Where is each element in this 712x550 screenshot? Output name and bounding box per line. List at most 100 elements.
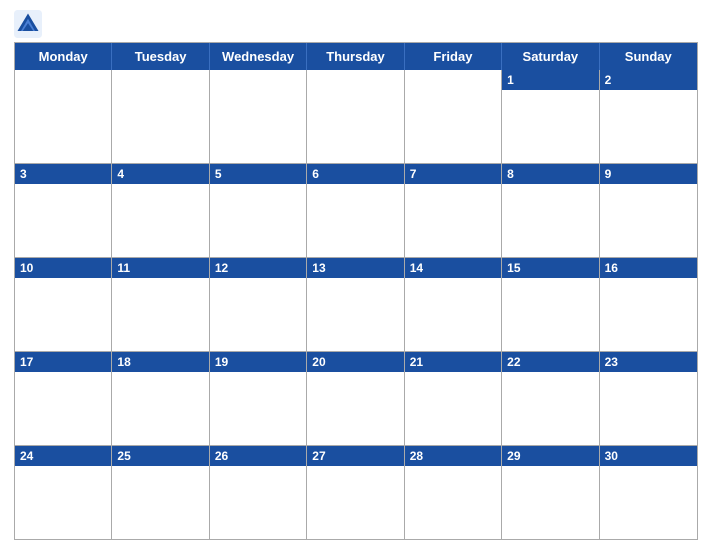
cell-body [112,372,208,445]
cell-body [15,184,111,257]
cell-body [502,278,598,351]
calendar-cell: 13 [307,258,404,351]
calendar-cell: 2 [600,70,697,163]
calendar-cell: 4 [112,164,209,257]
cell-body [307,184,403,257]
day-number: 11 [112,258,208,278]
day-number: 19 [210,352,306,372]
weekday-header-tuesday: Tuesday [112,43,209,70]
day-number: 17 [15,352,111,372]
day-number: 27 [307,446,403,466]
cell-body [112,76,208,163]
weekday-header-wednesday: Wednesday [210,43,307,70]
cell-body [502,372,598,445]
calendar-cell [112,70,209,163]
day-number: 23 [600,352,697,372]
day-number: 20 [307,352,403,372]
day-number: 2 [600,70,697,90]
calendar-cell [307,70,404,163]
cell-body [15,76,111,163]
logo [14,10,46,38]
calendar-cell: 8 [502,164,599,257]
day-number: 18 [112,352,208,372]
calendar-week-5: 24252627282930 [15,445,697,539]
day-number: 29 [502,446,598,466]
cell-body [405,466,501,539]
weekday-header-sunday: Sunday [600,43,697,70]
calendar-cell: 23 [600,352,697,445]
calendar-cell: 1 [502,70,599,163]
cell-body [502,184,598,257]
day-number: 7 [405,164,501,184]
cell-body [405,372,501,445]
calendar-cell: 26 [210,446,307,539]
calendar-cell: 9 [600,164,697,257]
cell-body [112,278,208,351]
cell-body [15,278,111,351]
generalblue-icon [14,10,42,38]
calendar-cell: 18 [112,352,209,445]
day-number: 12 [210,258,306,278]
day-number: 5 [210,164,306,184]
calendar-week-3: 10111213141516 [15,257,697,351]
cell-body [210,76,306,163]
calendar-page: MondayTuesdayWednesdayThursdayFridaySatu… [0,0,712,550]
cell-body [600,184,697,257]
calendar-cell: 17 [15,352,112,445]
cell-body [600,466,697,539]
calendar-cell [210,70,307,163]
cell-body [307,76,403,163]
calendar-header: MondayTuesdayWednesdayThursdayFridaySatu… [15,43,697,70]
day-number: 24 [15,446,111,466]
calendar-cell: 25 [112,446,209,539]
top-bar [14,10,698,38]
cell-body [502,90,598,163]
calendar-cell: 30 [600,446,697,539]
day-number: 22 [502,352,598,372]
calendar-week-2: 3456789 [15,163,697,257]
day-number: 30 [600,446,697,466]
cell-body [210,278,306,351]
calendar-cell: 11 [112,258,209,351]
cell-body [210,184,306,257]
cell-body [307,372,403,445]
day-number: 8 [502,164,598,184]
cell-body [600,90,697,163]
calendar-cell: 21 [405,352,502,445]
day-number: 25 [112,446,208,466]
day-number: 28 [405,446,501,466]
calendar-cell: 5 [210,164,307,257]
calendar-week-4: 17181920212223 [15,351,697,445]
calendar-cell: 10 [15,258,112,351]
day-number: 6 [307,164,403,184]
calendar-cell: 29 [502,446,599,539]
day-number: 16 [600,258,697,278]
weekday-header-saturday: Saturday [502,43,599,70]
cell-body [112,184,208,257]
cell-body [210,466,306,539]
calendar-cell: 12 [210,258,307,351]
calendar-cell: 14 [405,258,502,351]
day-number: 10 [15,258,111,278]
calendar-cell: 28 [405,446,502,539]
cell-body [210,372,306,445]
day-number: 15 [502,258,598,278]
cell-body [307,278,403,351]
calendar-cell: 22 [502,352,599,445]
calendar-cell: 19 [210,352,307,445]
calendar-body: 1234567891011121314151617181920212223242… [15,70,697,539]
calendar-cell: 27 [307,446,404,539]
weekday-header-thursday: Thursday [307,43,404,70]
calendar-cell [15,70,112,163]
cell-body [600,372,697,445]
day-number: 13 [307,258,403,278]
calendar-cell: 20 [307,352,404,445]
day-number: 4 [112,164,208,184]
day-number: 21 [405,352,501,372]
cell-body [112,466,208,539]
cell-body [307,466,403,539]
calendar-cell: 24 [15,446,112,539]
calendar-week-1: 12 [15,70,697,163]
calendar-grid: MondayTuesdayWednesdayThursdayFridaySatu… [14,42,698,540]
cell-body [405,184,501,257]
